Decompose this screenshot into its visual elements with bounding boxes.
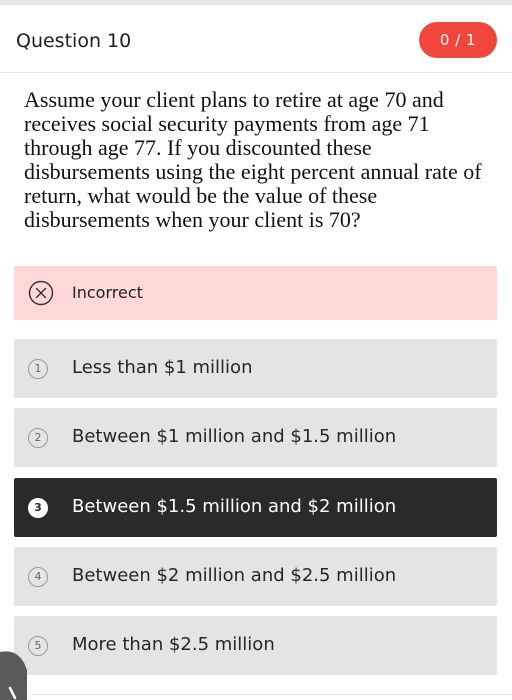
question-header: Question 10 0 / 1 [0, 5, 512, 72]
drawer-handle-icon[interactable] [0, 648, 28, 700]
result-banner: Incorrect [14, 266, 497, 320]
option-label: More than $2.5 million [72, 634, 275, 655]
header-divider [0, 72, 512, 73]
option-number-badge: 4 [28, 567, 48, 587]
result-label: Incorrect [72, 283, 143, 302]
bottom-divider [30, 694, 512, 695]
option-number-badge: 5 [28, 636, 48, 656]
answer-option-2[interactable]: 2 Between $1 million and $1.5 million [14, 408, 497, 467]
answer-option-3-selected[interactable]: 3 Between $1.5 million and $2 million [14, 478, 497, 537]
option-number-badge: 2 [28, 428, 48, 448]
option-label: Between $2 million and $2.5 million [72, 565, 397, 586]
option-number-badge: 1 [28, 359, 48, 379]
score-badge: 0 / 1 [419, 22, 497, 58]
answer-option-1[interactable]: 1 Less than $1 million [14, 339, 497, 398]
x-circle-icon [28, 280, 54, 306]
option-number-badge: 3 [28, 498, 48, 518]
option-label: Between $1.5 million and $2 million [72, 496, 397, 517]
question-text: Assume your client plans to retire at ag… [24, 87, 482, 232]
question-title: Question 10 [16, 30, 132, 52]
answer-option-5[interactable]: 5 More than $2.5 million [14, 616, 497, 675]
option-label: Less than $1 million [72, 357, 253, 378]
option-label: Between $1 million and $1.5 million [72, 426, 397, 447]
answer-option-4[interactable]: 4 Between $2 million and $2.5 million [14, 547, 497, 606]
